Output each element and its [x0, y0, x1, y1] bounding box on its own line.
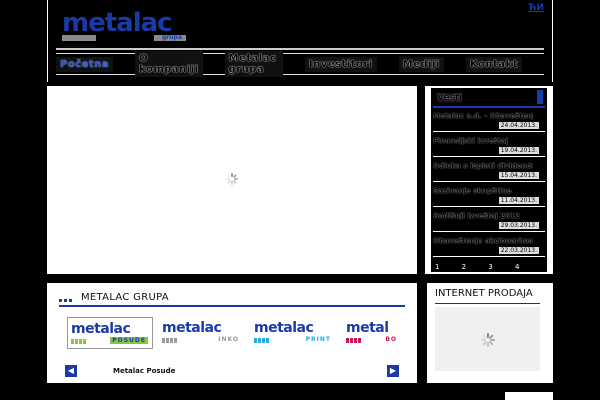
brand-carousel: metalac POSUDE metalac INKO metalac PRIN…	[67, 317, 403, 349]
nav-divider	[56, 48, 544, 50]
nav-item-investors[interactable]: Investitori	[304, 56, 377, 72]
news-list: Vesti Metalac a.d. – Obaveštenje 24.04.2…	[431, 88, 547, 272]
nav-item-media[interactable]: Mediji	[398, 56, 444, 72]
loading-spinner-icon	[226, 173, 238, 185]
news-item-date: 19.04.2013.	[498, 147, 539, 154]
brand-word: metal	[346, 320, 389, 336]
brand-caption: Metalac Posude	[113, 367, 176, 375]
news-item-date: 11.04.2013.	[498, 197, 539, 204]
news-item[interactable]: Sazivanje skupštine 11.04.2013.	[433, 185, 545, 207]
news-title-underline	[433, 106, 545, 108]
news-item-date: 15.04.2013.	[498, 172, 539, 179]
news-title: Vesti	[437, 93, 463, 103]
language-switch-link[interactable]: ЋИ	[529, 3, 544, 13]
news-item-title[interactable]: Finansijski izveštaj	[433, 137, 533, 145]
news-item[interactable]: Odluka o isplati dividende 15.04.2013.	[433, 160, 545, 182]
news-item-title[interactable]: Sazivanje skupštine	[433, 187, 533, 195]
news-item[interactable]: Godišnji izveštaj 2012 29.03.2013.	[433, 210, 545, 232]
news-item-date: 24.04.2013.	[498, 122, 539, 129]
brand-word: metalac	[71, 321, 131, 337]
chevron-right-icon[interactable]: ▶	[387, 365, 399, 377]
page: metalac grupa ЋИ Početna O kompaniji Met…	[0, 0, 600, 400]
news-pagination[interactable]: 1 2 3 4	[435, 263, 530, 271]
metalac-logo[interactable]: metalac grupa	[62, 10, 186, 44]
group-header: METALAC GRUPA	[59, 291, 405, 307]
internet-shop-title: INTERNET PRODAJA	[435, 288, 533, 299]
brand-squares-icon	[346, 338, 364, 343]
news-item[interactable]: Obaveštenje akcionarima 22.03.2013.	[433, 235, 545, 257]
site-header: metalac grupa ЋИ Početna O kompaniji Met…	[47, 0, 553, 82]
footer-strip	[505, 392, 553, 400]
metalac-group-panel: METALAC GRUPA metalac POSUDE metalac INK…	[47, 283, 417, 383]
brand-logo-inko[interactable]: metalac INKO	[159, 317, 245, 349]
brand-word: metalac	[254, 320, 314, 336]
nav-item-group[interactable]: Metalac grupa	[224, 51, 283, 77]
brand-sub: BO	[383, 336, 399, 343]
brand-sub: POSUDE	[110, 337, 148, 344]
news-item-title[interactable]: Metalac a.d. – Obaveštenje	[433, 112, 533, 120]
brand-squares-icon	[254, 338, 272, 343]
brand-squares-icon	[162, 338, 180, 343]
loading-spinner-icon	[481, 333, 495, 347]
brand-logo-bo[interactable]: metal BO	[343, 317, 403, 349]
logo-bar-left	[62, 35, 96, 41]
news-item-title[interactable]: Obaveštenje akcionarima	[433, 237, 533, 245]
news-item-date: 22.03.2013.	[498, 247, 539, 254]
logo-word: metalac	[62, 8, 173, 38]
chevron-left-icon[interactable]: ◀	[65, 365, 77, 377]
nav-item-home[interactable]: Početna	[56, 56, 114, 72]
news-scrollbar[interactable]	[537, 90, 543, 104]
news-item-title[interactable]: Odluka o isplati dividende	[433, 162, 533, 170]
internet-shop-panel: INTERNET PRODAJA	[427, 283, 553, 383]
internet-shop-divider	[435, 303, 540, 304]
squares-icon	[59, 299, 73, 303]
group-title: METALAC GRUPA	[81, 292, 169, 303]
news-item[interactable]: Finansijski izveštaj 19.04.2013.	[433, 135, 545, 157]
nav-item-about[interactable]: O kompaniji	[135, 51, 203, 77]
internet-shop-banner[interactable]	[435, 307, 540, 371]
brand-squares-icon	[71, 339, 89, 344]
brand-logo-print[interactable]: metalac PRINT	[251, 317, 337, 349]
nav-item-contact[interactable]: Kontakt	[465, 56, 522, 72]
brand-word: metalac	[162, 320, 222, 336]
brand-sub: PRINT	[303, 336, 333, 343]
news-item-title[interactable]: Godišnji izveštaj 2012	[433, 212, 533, 220]
news-item-date: 29.03.2013.	[498, 222, 539, 229]
brand-sub: INKO	[216, 336, 241, 343]
logo-subtitle: grupa	[162, 34, 182, 41]
main-navigation: Početna O kompaniji Metalac grupa Invest…	[56, 51, 544, 77]
hero-slider[interactable]	[47, 86, 417, 274]
news-panel: Vesti Metalac a.d. – Obaveštenje 24.04.2…	[425, 86, 553, 274]
brand-logo-posude[interactable]: metalac POSUDE	[67, 317, 153, 349]
news-item[interactable]: Metalac a.d. – Obaveštenje 24.04.2013.	[433, 110, 545, 132]
